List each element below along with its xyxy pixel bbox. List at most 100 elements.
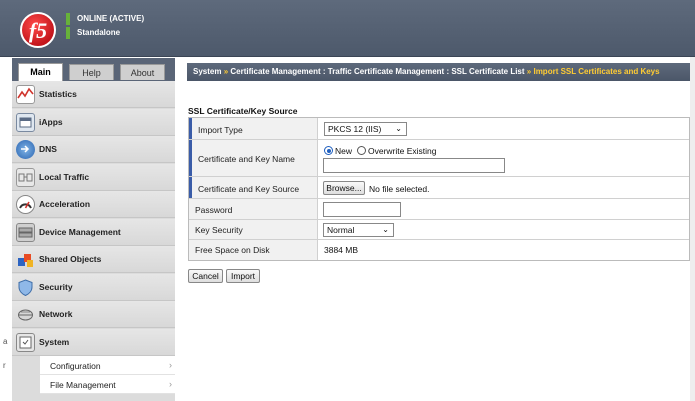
nav-label-device-management: Device Management <box>39 227 121 237</box>
breadcrumb-item-system[interactable]: System <box>193 67 221 76</box>
breadcrumb-separator: » <box>526 67 532 76</box>
tab-about[interactable]: About <box>120 64 165 80</box>
top-banner: f5 ONLINE (ACTIVE) Standalone <box>0 0 695 57</box>
nav-item-shared-objects[interactable]: Shared Objects <box>12 246 175 273</box>
import-button[interactable]: Import <box>226 269 260 283</box>
nav-label-statistics: Statistics <box>39 89 77 99</box>
edge-glyph-a: a <box>3 337 8 346</box>
value-cell: 3884 MB <box>319 240 689 260</box>
nav-label-system: System <box>39 337 70 347</box>
row-password: Password <box>189 199 689 220</box>
select-value: PKCS 12 (IIS) <box>328 124 382 134</box>
value-cell: PKCS 12 (IIS) ⌄ <box>319 118 689 139</box>
radio-new-label: New <box>335 146 353 156</box>
window-left-edge: a r <box>0 58 12 401</box>
file-status: No file selected. <box>369 184 430 194</box>
key-security-select[interactable]: Normal ⌄ <box>323 223 394 237</box>
nav-item-security[interactable]: Security <box>12 274 175 301</box>
iapps-icon <box>16 113 35 132</box>
label-cell: Certificate and Key Source <box>189 177 318 198</box>
radio-overwrite[interactable] <box>357 146 366 155</box>
tab-help[interactable]: Help <box>69 64 114 80</box>
nav-item-system[interactable]: System <box>12 329 175 356</box>
radio-new[interactable] <box>324 146 333 155</box>
breadcrumb-separator: » <box>223 67 229 76</box>
network-icon <box>16 305 35 324</box>
field-label: Import Type <box>198 125 243 135</box>
nav-label-acceleration: Acceleration <box>39 199 91 209</box>
label-cell: Free Space on Disk <box>189 240 318 260</box>
status-online: ONLINE (ACTIVE) <box>66 13 144 25</box>
nav-label-local-traffic: Local Traffic <box>39 172 90 182</box>
field-label: Password <box>195 205 233 215</box>
nav-item-dns[interactable]: DNS <box>12 136 175 163</box>
value-cell: New Overwrite Existing <box>319 140 689 176</box>
cancel-button[interactable]: Cancel <box>188 269 223 283</box>
row-cert-key-source: Certificate and Key Source Browse... No … <box>189 177 689 199</box>
section-title: SSL Certificate/Key Source <box>188 106 298 116</box>
edge-glyph-r: r <box>3 361 6 370</box>
subnav-item-file-management[interactable]: File Management › <box>40 375 175 394</box>
import-type-select[interactable]: PKCS 12 (IIS) ⌄ <box>324 122 407 136</box>
value-cell: Browse... No file selected. <box>319 177 689 198</box>
label-cell: Password <box>189 199 318 219</box>
free-space-value: 3884 MB <box>324 245 359 255</box>
field-label: Free Space on Disk <box>195 245 270 255</box>
nav-item-acceleration[interactable]: Acceleration <box>12 191 175 218</box>
browse-button[interactable]: Browse... <box>323 181 365 195</box>
chevron-down-icon: ⌄ <box>395 124 402 133</box>
left-navigation: Main Help About Statistics iApps DNS Loc… <box>12 58 175 401</box>
system-status: ONLINE (ACTIVE) Standalone <box>66 13 144 41</box>
nav-label-dns: DNS <box>39 144 57 154</box>
nav-label-network: Network <box>39 309 73 319</box>
subnav-label: File Management <box>50 380 116 390</box>
shared-objects-icon <box>16 250 35 269</box>
security-icon <box>16 278 35 297</box>
subnav-label: Configuration <box>50 361 101 371</box>
nav-item-statistics[interactable]: Statistics <box>12 81 175 108</box>
nav-item-network[interactable]: Network <box>12 301 175 328</box>
f5-logo[interactable]: f5 <box>20 12 56 48</box>
status-mode: Standalone <box>66 27 144 39</box>
select-value: Normal <box>327 225 355 235</box>
chevron-down-icon: ⌄ <box>382 225 389 234</box>
device-management-icon <box>16 223 35 242</box>
chevron-right-icon: › <box>169 379 172 389</box>
dns-icon <box>16 140 35 159</box>
label-cell: Key Security <box>189 220 318 239</box>
right-scroll-edge <box>690 57 695 401</box>
radio-overwrite-label: Overwrite Existing <box>368 146 437 156</box>
nav-label-security: Security <box>39 282 73 292</box>
label-cell: Import Type <box>189 118 318 139</box>
row-cert-key-name: Certificate and Key Name New Overwrite E… <box>189 140 689 177</box>
nav-item-device-management[interactable]: Device Management <box>12 219 175 246</box>
row-free-space: Free Space on Disk 3884 MB <box>189 240 689 260</box>
cert-key-name-input[interactable] <box>323 158 505 173</box>
app-root: f5 ONLINE (ACTIVE) Standalone a r Main H… <box>0 0 695 401</box>
nav-item-iapps[interactable]: iApps <box>12 109 175 136</box>
local-traffic-icon <box>16 168 35 187</box>
password-input[interactable] <box>323 202 401 217</box>
nav-label-shared-objects: Shared Objects <box>39 254 102 264</box>
row-import-type: Import Type PKCS 12 (IIS) ⌄ <box>189 118 689 140</box>
row-key-security: Key Security Normal ⌄ <box>189 220 689 240</box>
import-form: Import Type PKCS 12 (IIS) ⌄ Certificate … <box>188 117 690 261</box>
value-cell <box>319 199 689 219</box>
subnav-item-configuration[interactable]: Configuration › <box>40 356 175 375</box>
acceleration-icon <box>16 195 35 214</box>
label-cell: Certificate and Key Name <box>189 140 318 176</box>
value-cell: Normal ⌄ <box>319 220 689 239</box>
nav-item-local-traffic[interactable]: Local Traffic <box>12 164 175 191</box>
breadcrumb: System » Certificate Management : Traffi… <box>187 63 695 81</box>
nav-tab-bar: Main Help About <box>12 58 175 81</box>
chevron-right-icon: › <box>169 360 172 370</box>
field-label: Key Security <box>195 225 243 235</box>
nav-label-iapps: iApps <box>39 117 63 127</box>
breadcrumb-item-ssl-list[interactable]: Certificate Management : Traffic Certifi… <box>230 67 524 76</box>
field-label: Certificate and Key Name <box>198 154 295 164</box>
tab-main[interactable]: Main <box>18 63 63 81</box>
breadcrumb-text: System » Certificate Management : Traffi… <box>193 67 660 76</box>
logo-text: f5 <box>28 18 48 43</box>
field-label: Certificate and Key Source <box>198 184 300 194</box>
statistics-icon <box>16 85 35 104</box>
